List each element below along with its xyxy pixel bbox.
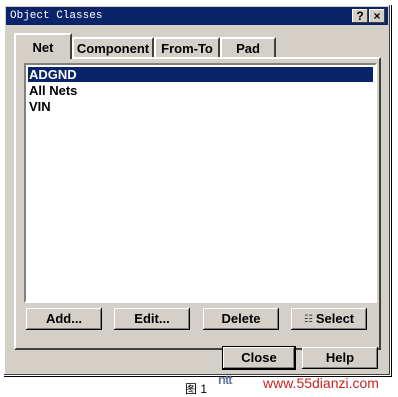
close-button[interactable]: Close [223, 347, 295, 369]
list-item-all-nets[interactable]: All Nets [28, 83, 373, 98]
title-bar[interactable]: Object Classes ? × [6, 7, 388, 25]
add-button-label: Add... [45, 311, 83, 326]
list-select-icon: ☷ [303, 313, 313, 325]
tab-component[interactable]: Component [72, 37, 154, 57]
tab-pad[interactable]: Pad [220, 37, 276, 57]
add-button[interactable]: Add... [26, 308, 102, 330]
help-button[interactable]: Help [302, 347, 378, 369]
help-button-label: Help [325, 350, 355, 365]
edit-button-label: Edit... [134, 311, 170, 326]
help-title-button[interactable]: ? [352, 9, 368, 23]
select-button-label: Select [315, 311, 355, 326]
list-item-vin[interactable]: VIN [28, 99, 373, 114]
net-class-list[interactable]: ADGND All Nets VIN [24, 63, 377, 303]
object-classes-dialog: Object Classes ? × Net Component From-To… [3, 4, 391, 376]
list-item-adgnd[interactable]: ADGND [28, 67, 373, 82]
edit-button[interactable]: Edit... [114, 308, 190, 330]
close-button-label: Close [241, 350, 277, 365]
select-button[interactable]: ☷ Select [291, 308, 367, 330]
question-mark-icon: ? [356, 9, 364, 23]
window-title: Object Classes [10, 10, 103, 22]
tab-net[interactable]: Net [14, 33, 72, 59]
delete-button[interactable]: Delete [203, 308, 279, 330]
watermark-url: www.55dianzi.com [263, 375, 379, 391]
tab-from-to[interactable]: From-To [154, 37, 220, 57]
watermark-logo: ntt [218, 372, 233, 387]
close-icon: × [373, 9, 381, 23]
delete-button-label: Delete [221, 311, 261, 326]
close-title-button[interactable]: × [369, 9, 385, 23]
figure-caption: 图 1 [185, 382, 208, 396]
